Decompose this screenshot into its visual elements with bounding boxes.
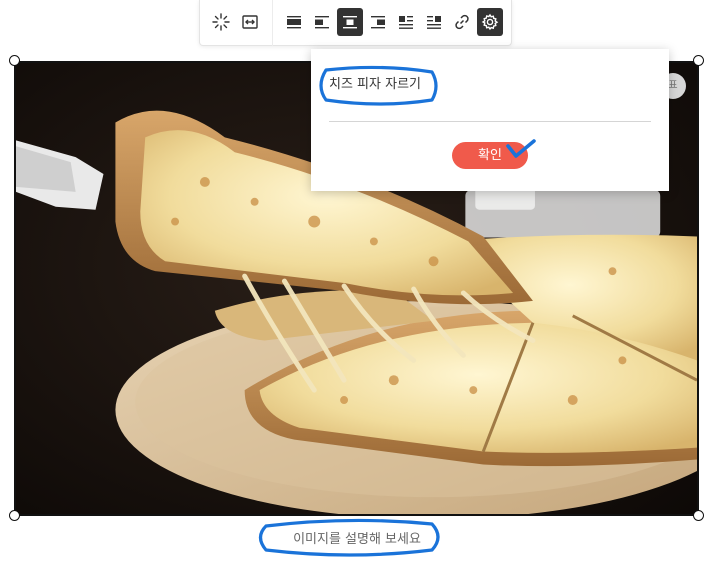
- image-settings-popup: 확인: [311, 49, 669, 191]
- align-center-icon[interactable]: [337, 8, 363, 36]
- resize-handle-bottom-right[interactable]: [693, 510, 704, 521]
- magic-wand-icon[interactable]: [208, 8, 234, 36]
- wrap-text-left-icon[interactable]: [393, 8, 419, 36]
- confirm-button[interactable]: 확인: [452, 142, 528, 169]
- gear-icon[interactable]: [477, 8, 503, 36]
- resize-handle-top-left[interactable]: [9, 55, 20, 66]
- align-left-icon[interactable]: [309, 8, 335, 36]
- resize-handle-bottom-left[interactable]: [9, 510, 20, 521]
- image-toolbar: [199, 0, 512, 46]
- resize-handle-top-right[interactable]: [693, 55, 704, 66]
- toolbar-divider: [272, 0, 273, 46]
- alt-text-input[interactable]: [329, 71, 479, 93]
- resize-width-icon[interactable]: [237, 8, 263, 36]
- align-full-width-icon[interactable]: [281, 8, 307, 36]
- image-caption-placeholder[interactable]: 이미지를 설명해 보세요: [200, 528, 514, 547]
- popup-divider: [329, 121, 651, 122]
- wrap-text-right-icon[interactable]: [421, 8, 447, 36]
- link-icon[interactable]: [449, 8, 475, 36]
- align-right-icon[interactable]: [365, 8, 391, 36]
